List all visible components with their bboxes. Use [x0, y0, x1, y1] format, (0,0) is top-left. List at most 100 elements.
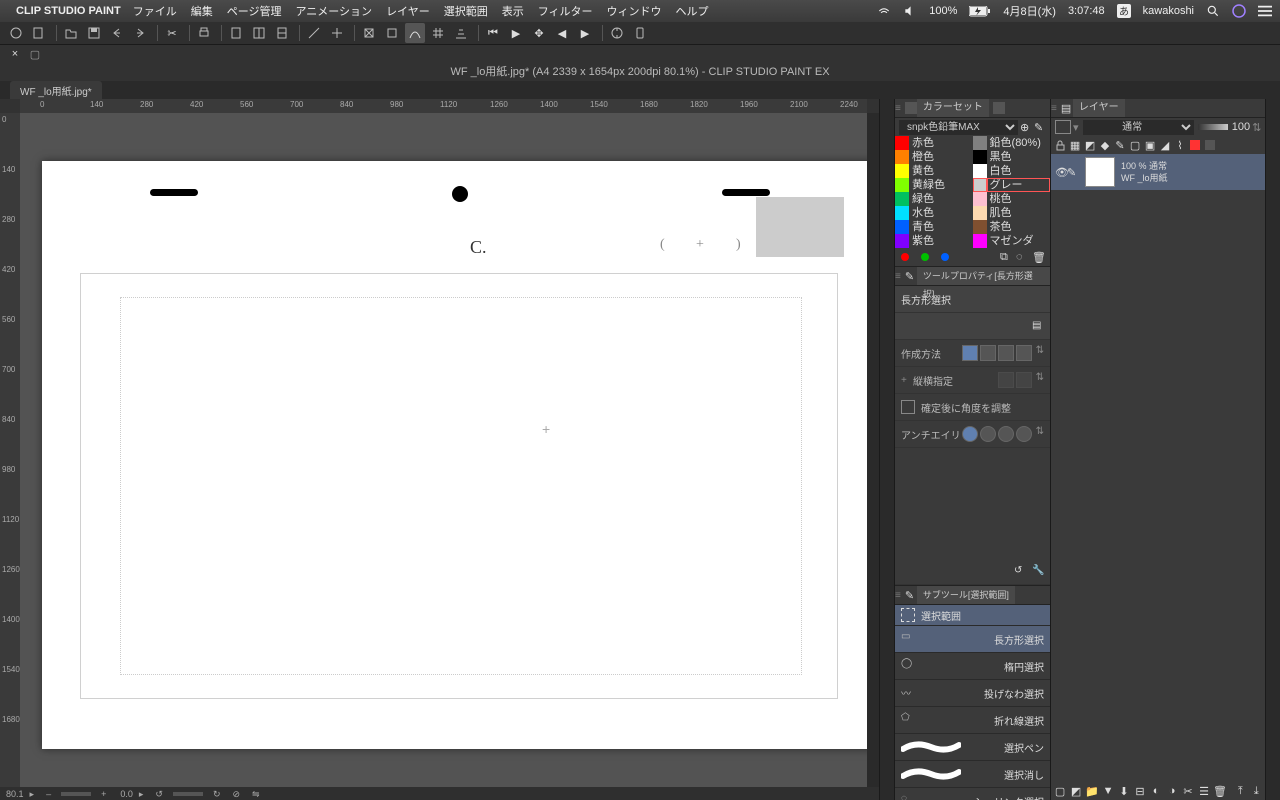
layer-item[interactable]: 👁 ✎ 100 % 通常 WF _lo用紙	[1051, 154, 1265, 190]
panel-grip-icon[interactable]: ≡	[895, 271, 901, 282]
method-new-icon[interactable]	[962, 345, 978, 361]
tool-ruler1-icon[interactable]	[304, 23, 324, 43]
subtool-tab[interactable]: サブツール[選択範囲]	[917, 586, 1015, 604]
color-label[interactable]: グレー(20%)	[987, 178, 1051, 192]
color-add-icon[interactable]: ⊕	[1020, 121, 1032, 133]
color-label[interactable]: 黒色	[987, 150, 1051, 164]
color-label[interactable]: 桃色	[987, 192, 1051, 206]
tool-cut-icon[interactable]: ✂	[162, 23, 182, 43]
color-drop-icon[interactable]: ◌	[1016, 251, 1028, 263]
new-layer-vector-icon[interactable]: ◩	[1069, 784, 1083, 798]
menu-page[interactable]: ページ管理	[227, 3, 282, 19]
tool-print-icon[interactable]	[194, 23, 214, 43]
color-wheel-icon[interactable]	[905, 102, 917, 114]
layer-blend-select[interactable]: 通常	[1083, 120, 1194, 135]
menu-edit[interactable]: 編集	[191, 3, 213, 19]
color-swatch[interactable]	[895, 178, 909, 192]
color-swatch[interactable]	[973, 234, 987, 248]
color-swatch[interactable]	[973, 192, 987, 206]
ratio-2-icon[interactable]	[1016, 372, 1032, 388]
prop-menu-icon[interactable]: ▤	[1032, 320, 1044, 332]
tool-snap-icon[interactable]	[405, 23, 425, 43]
color-swatch[interactable]	[973, 150, 987, 164]
new-layer-icon[interactable]: ▢	[1053, 784, 1067, 798]
rotate-cw-icon[interactable]: ↻	[213, 789, 221, 800]
subtool-item[interactable]: 選択消し	[895, 761, 1050, 788]
aa-1-icon[interactable]	[962, 426, 978, 442]
menu-filter[interactable]: フィルター	[538, 3, 593, 19]
tool-next-icon[interactable]: ▶	[575, 23, 595, 43]
menu-window[interactable]: ウィンドウ	[607, 3, 662, 19]
menu-layer[interactable]: レイヤー	[386, 3, 430, 19]
prop-expand-icon[interactable]: ⇅	[1036, 426, 1044, 442]
subtool-item[interactable]: ▭長方形選択	[895, 626, 1050, 653]
method-int-icon[interactable]	[1016, 345, 1032, 361]
flip-h-icon[interactable]: ⇋	[252, 789, 260, 800]
layer-visibility-icon[interactable]: 👁	[1055, 166, 1067, 179]
color-swatch[interactable]	[973, 206, 987, 220]
color-swatch[interactable]	[973, 136, 987, 150]
layer-mask-apply-icon[interactable]: ◑	[1165, 784, 1179, 798]
indicator-green[interactable]	[921, 253, 929, 261]
tool-fill-icon[interactable]	[382, 23, 402, 43]
subtool-item[interactable]: 〰投げなわ選択	[895, 680, 1050, 707]
tool-redo-icon[interactable]	[130, 23, 150, 43]
canvas[interactable]: C. ( + ) +	[42, 161, 867, 749]
color-swatch[interactable]	[895, 150, 909, 164]
color-label[interactable]: 鉛色(80%)	[987, 136, 1051, 150]
color-swatch[interactable]	[973, 164, 987, 178]
tool-grid-icon[interactable]	[428, 23, 448, 43]
layer-mask2-icon[interactable]: ▣	[1143, 138, 1157, 152]
layer-lock-icon[interactable]	[1053, 138, 1067, 152]
color-label[interactable]: 黄緑色	[909, 178, 973, 192]
layer-color-icon[interactable]	[1188, 138, 1202, 152]
control-center-icon[interactable]	[1258, 4, 1272, 18]
color-edit-icon[interactable]: ✎	[1034, 121, 1046, 133]
layer-merge-icon[interactable]: ⬇	[1117, 784, 1131, 798]
layer-clip-icon[interactable]: ◩	[1083, 138, 1097, 152]
reset-angle-icon[interactable]: ⊘	[232, 789, 240, 800]
layer-bottom-icon[interactable]: ⤓	[1249, 784, 1263, 798]
color-label[interactable]: 白色	[987, 164, 1051, 178]
color-label[interactable]: マゼンダ	[987, 234, 1051, 248]
tool-prev-icon[interactable]: ◀	[552, 23, 572, 43]
indicator-blue[interactable]	[941, 253, 949, 261]
tool-open-icon[interactable]	[61, 23, 81, 43]
app-name[interactable]: CLIP STUDIO PAINT	[16, 5, 121, 17]
color-swatch[interactable]	[895, 220, 909, 234]
new-folder-icon[interactable]: 📁	[1085, 784, 1099, 798]
panel-grip-icon[interactable]: ≡	[895, 590, 901, 601]
color-intermediate-icon[interactable]	[993, 102, 1005, 114]
layer-opacity-value[interactable]: 100	[1232, 121, 1250, 133]
tool-play-icon[interactable]: ▶	[506, 23, 526, 43]
prop-expand-icon[interactable]: ⇅	[1036, 372, 1044, 388]
layer-draft-icon[interactable]: ✎	[1113, 138, 1127, 152]
menu-file[interactable]: ファイル	[133, 3, 177, 19]
layer-mask-new-icon[interactable]: ◐	[1149, 784, 1163, 798]
layer-edit-icon[interactable]: ✎	[1067, 166, 1079, 179]
tool-page-3-icon[interactable]	[272, 23, 292, 43]
tool-csp-icon[interactable]	[6, 23, 26, 43]
menubar-date[interactable]: 4月8日(水)	[1003, 3, 1056, 19]
subtool-item[interactable]: ◌シュリンク選択	[895, 788, 1050, 800]
subtool-group[interactable]: 選択範囲	[895, 605, 1050, 626]
color-preset-select[interactable]: snpk色鉛筆MAX	[899, 120, 1018, 135]
aa-2-icon[interactable]	[980, 426, 996, 442]
wifi-icon[interactable]	[877, 4, 891, 18]
color-label[interactable]: 肌色	[987, 206, 1051, 220]
volume-icon[interactable]	[903, 4, 917, 18]
layer-ref-icon[interactable]: ◆	[1098, 138, 1112, 152]
ratio-1-icon[interactable]	[998, 372, 1014, 388]
layer-combine-icon[interactable]: ⊟	[1133, 784, 1147, 798]
layer-ruler-icon[interactable]: ◢	[1158, 138, 1172, 152]
layer-cut-icon[interactable]: ✂	[1181, 784, 1195, 798]
subtool-item[interactable]: ⬠折れ線選択	[895, 707, 1050, 734]
panel-strip-right[interactable]	[1265, 99, 1280, 800]
layer-tab[interactable]: レイヤー	[1073, 99, 1125, 117]
color-label[interactable]: 橙色	[909, 150, 973, 164]
method-add-icon[interactable]	[980, 345, 996, 361]
tool-new-icon[interactable]	[29, 23, 49, 43]
ime-icon[interactable]: あ	[1117, 4, 1131, 18]
color-label[interactable]: 茶色	[987, 220, 1051, 234]
layer-down-icon[interactable]: ▼	[1101, 784, 1115, 798]
